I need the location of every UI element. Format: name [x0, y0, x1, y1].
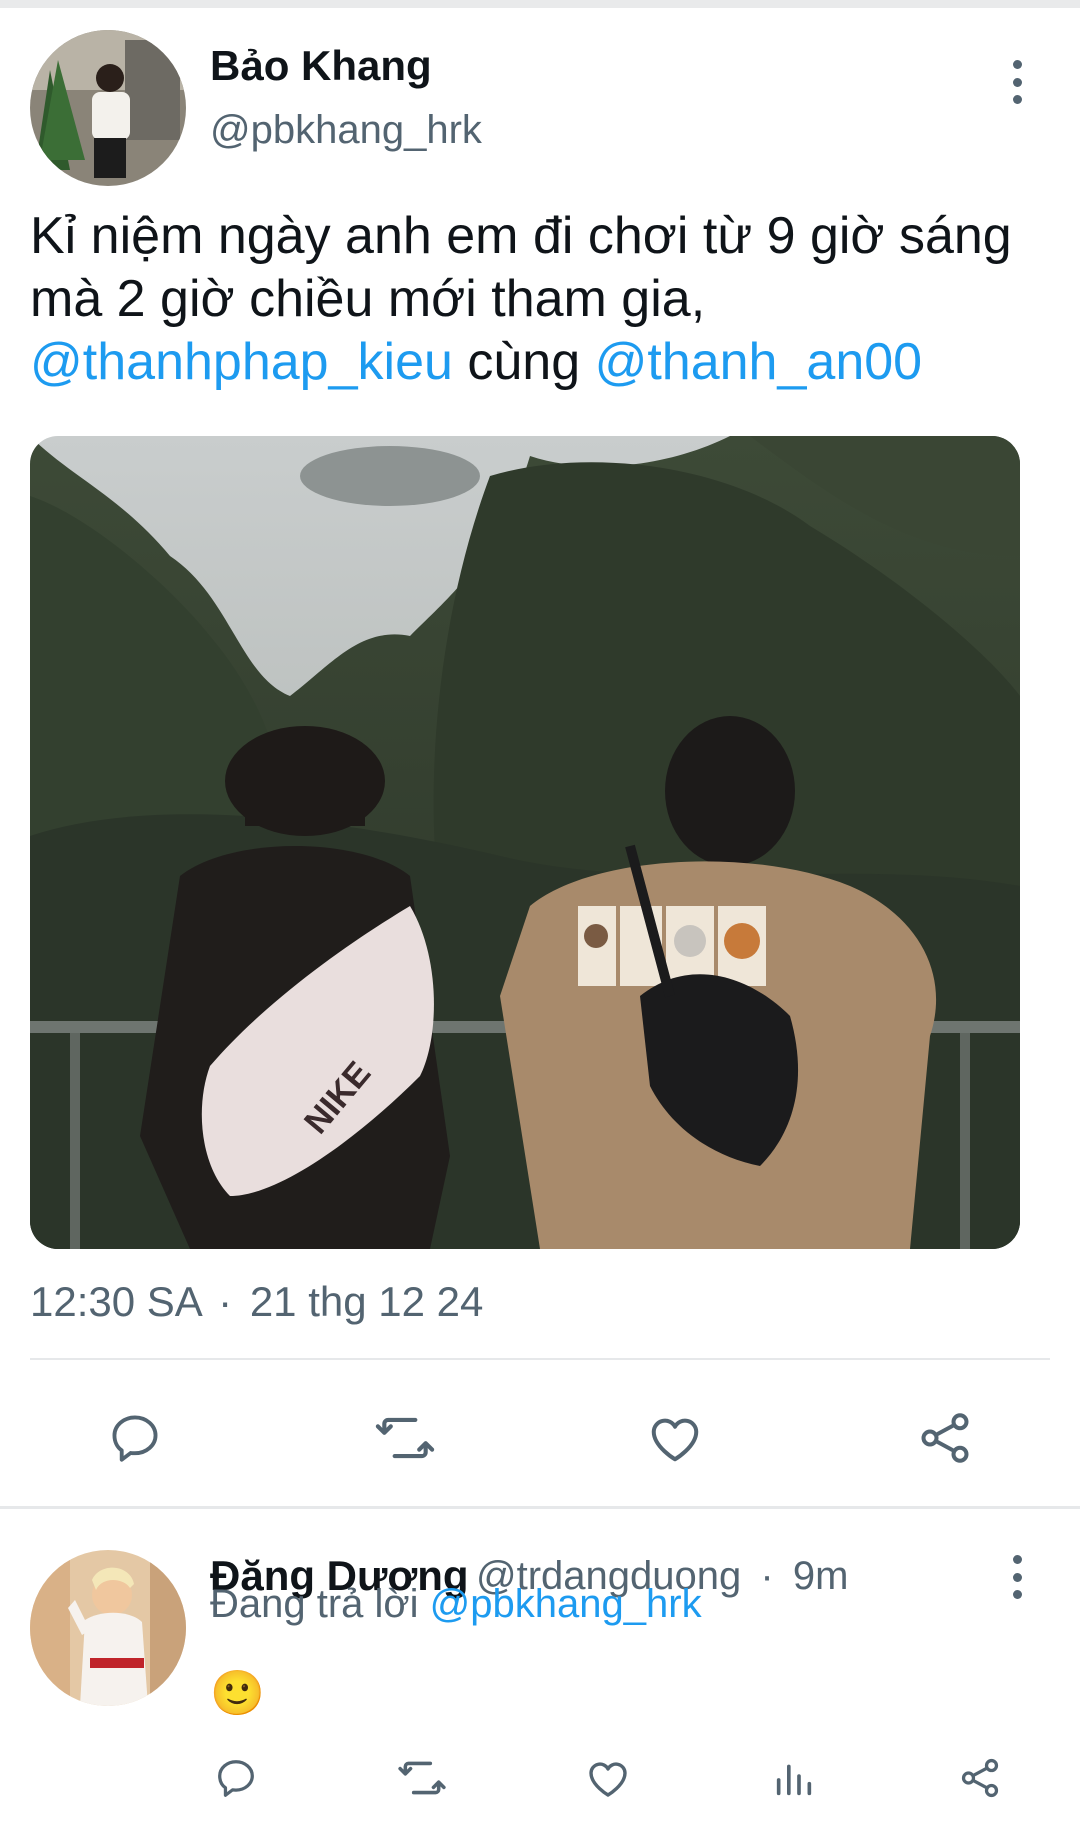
- divider: [30, 1358, 1050, 1360]
- meta-separator: ·: [760, 1554, 774, 1598]
- share-icon: [921, 1413, 969, 1463]
- replying-label: Đang trả lời: [210, 1582, 419, 1626]
- mention-link[interactable]: @thanhphap_kieu: [30, 333, 453, 391]
- reply-like-button[interactable]: [582, 1752, 634, 1804]
- reply-reply-button[interactable]: [210, 1752, 262, 1804]
- like-button[interactable]: [640, 1403, 710, 1473]
- tweet-text-connector: cùng: [452, 333, 595, 391]
- tweet-timestamp[interactable]: 12:30 SA · 21 thg 12 24: [30, 1278, 483, 1326]
- more-options-icon[interactable]: [1007, 60, 1027, 104]
- mention-link[interactable]: @thanh_an00: [595, 333, 923, 391]
- tweet-date: 21 thg 12 24: [249, 1278, 484, 1325]
- retweet-icon: [398, 1761, 446, 1795]
- section-divider: [0, 1506, 1080, 1509]
- reply-content: 🙂: [210, 1669, 265, 1718]
- replying-to: Đang trả lời @pbkhang_hrk: [210, 1582, 702, 1627]
- reply-icon: [112, 1415, 158, 1462]
- tweet-time: 12:30 SA: [30, 1278, 201, 1325]
- reply-author-avatar[interactable]: [30, 1550, 186, 1706]
- tweet-text-body: Kỉ niệm ngày anh em đi chơi từ 9 giờ sán…: [30, 207, 1012, 328]
- reply-more-options-icon[interactable]: [1007, 1555, 1027, 1599]
- share-button[interactable]: [910, 1403, 980, 1473]
- share-icon: [961, 1758, 999, 1798]
- tweet-text: Kỉ niệm ngày anh em đi chơi từ 9 giờ sán…: [30, 205, 1050, 394]
- reply-icon: [218, 1760, 254, 1797]
- author-avatar[interactable]: [30, 30, 186, 186]
- like-icon: [651, 1418, 699, 1462]
- retweet-button[interactable]: [370, 1403, 440, 1473]
- reply-age[interactable]: 9m: [793, 1554, 849, 1598]
- author-name[interactable]: Bảo Khang: [210, 42, 432, 90]
- reply-retweet-button[interactable]: [396, 1752, 448, 1804]
- reply-button[interactable]: [100, 1403, 170, 1473]
- meta-separator: ·: [218, 1278, 233, 1325]
- tweet-photo[interactable]: NIKE: [30, 436, 1020, 1249]
- reply-share-button[interactable]: [954, 1752, 1006, 1804]
- like-icon: [589, 1762, 627, 1797]
- retweet-icon: [375, 1417, 435, 1459]
- top-divider: [0, 0, 1080, 8]
- reply-analytics-button[interactable]: [768, 1752, 820, 1804]
- analytics-icon: [776, 1764, 812, 1796]
- replying-to-mention[interactable]: @pbkhang_hrk: [430, 1582, 702, 1626]
- author-handle[interactable]: @pbkhang_hrk: [210, 108, 482, 153]
